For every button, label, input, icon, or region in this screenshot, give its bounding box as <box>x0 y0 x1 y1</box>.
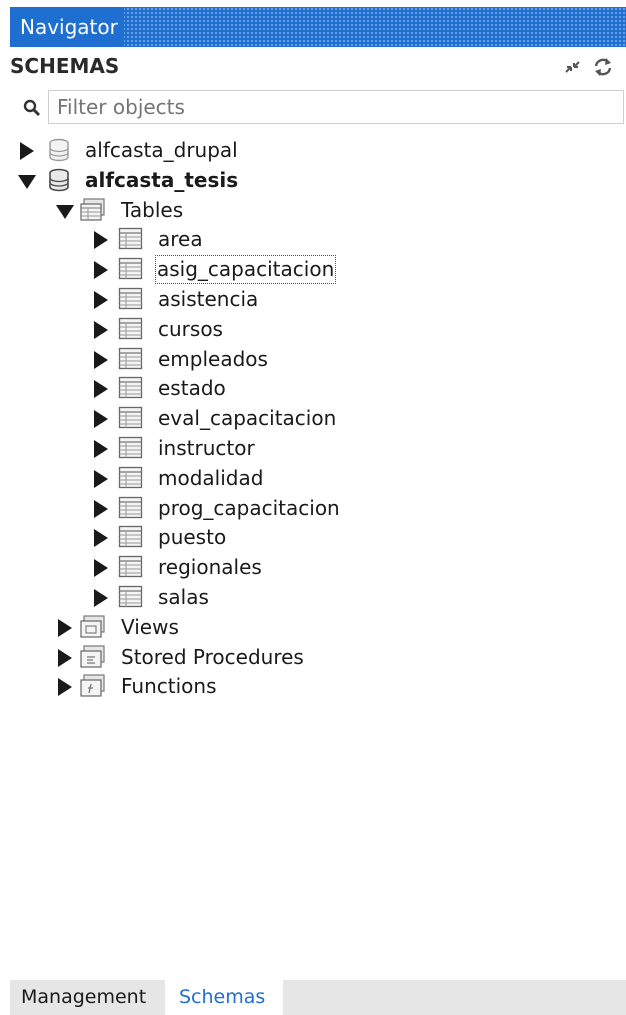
expand-arrow-icon[interactable] <box>94 320 108 339</box>
schemas-header: SCHEMAS <box>10 54 120 78</box>
collapse-arrow-icon[interactable] <box>18 174 36 189</box>
tab-management[interactable]: Management <box>10 980 157 1015</box>
table-item[interactable]: asig_capacitacion <box>0 255 626 285</box>
tables-group[interactable]: Tables <box>0 196 626 226</box>
schema-item-active[interactable]: alfcasta_tesis <box>0 166 626 196</box>
navigator-title: Navigator <box>10 7 124 47</box>
table-icon <box>118 466 144 494</box>
table-item[interactable]: regionales <box>0 553 626 583</box>
refresh-icon[interactable] <box>592 56 614 78</box>
table-icon <box>118 347 144 375</box>
table-icon <box>118 227 144 255</box>
table-item[interactable]: eval_capacitacion <box>0 404 626 434</box>
table-label: puesto <box>158 525 227 550</box>
schema-item[interactable]: alfcasta_drupal <box>0 136 626 166</box>
collapse-arrow-icon[interactable] <box>56 204 74 219</box>
table-item[interactable]: puesto <box>0 523 626 553</box>
filter-objects-input[interactable] <box>48 90 624 124</box>
expand-arrow-icon[interactable] <box>94 231 108 250</box>
expand-arrow-icon[interactable] <box>58 648 72 667</box>
folder-view-icon <box>80 615 106 643</box>
views-group-label: Views <box>121 614 179 639</box>
table-label: modalidad <box>158 465 264 490</box>
table-label: prog_capacitacion <box>158 495 340 520</box>
expand-arrow-icon[interactable] <box>58 678 72 697</box>
navigator-title-bar: Navigator <box>10 7 626 47</box>
table-icon <box>118 317 144 345</box>
stored-procedures-group[interactable]: Stored Procedures <box>0 643 626 673</box>
search-icon <box>22 98 42 118</box>
table-icon <box>118 525 144 553</box>
table-icon <box>118 555 144 583</box>
functions-group-label: Functions <box>121 674 217 699</box>
collapse-all-icon[interactable] <box>562 56 584 78</box>
expand-arrow-icon[interactable] <box>94 261 108 280</box>
expand-arrow-icon[interactable] <box>94 290 108 309</box>
table-item[interactable]: instructor <box>0 434 626 464</box>
table-item[interactable]: estado <box>0 374 626 404</box>
table-label: cursos <box>158 316 223 341</box>
table-icon <box>118 287 144 315</box>
views-group[interactable]: Views <box>0 613 626 643</box>
table-label: regionales <box>158 555 262 580</box>
table-label: empleados <box>158 346 268 371</box>
schema-label: alfcasta_drupal <box>85 138 238 162</box>
table-item[interactable]: empleados <box>0 345 626 375</box>
stored-procedures-group-label: Stored Procedures <box>121 644 304 669</box>
folder-procedure-icon <box>80 644 106 673</box>
schema-label: alfcasta_tesis <box>85 167 239 192</box>
table-icon <box>118 496 144 524</box>
table-label: eval_capacitacion <box>158 406 337 431</box>
database-icon <box>48 168 70 196</box>
expand-arrow-icon[interactable] <box>94 499 108 518</box>
table-item[interactable]: area <box>0 225 626 255</box>
functions-group[interactable]: Functions <box>0 672 626 702</box>
expand-arrow-icon[interactable] <box>94 350 108 369</box>
schema-tree: alfcasta_drupal alfcasta_tesis Tables ar… <box>0 136 626 702</box>
table-item[interactable]: cursos <box>0 315 626 345</box>
tab-schemas[interactable]: Schemas <box>165 980 284 1015</box>
expand-arrow-icon[interactable] <box>94 439 108 458</box>
expand-arrow-icon[interactable] <box>20 142 34 160</box>
folder-table-icon <box>80 197 106 226</box>
table-icon <box>118 585 144 613</box>
database-icon <box>48 138 70 166</box>
table-icon <box>118 257 144 285</box>
table-label: asistencia <box>158 286 259 311</box>
expand-arrow-icon[interactable] <box>58 618 72 637</box>
table-label: asig_capacitacion <box>155 255 337 285</box>
table-label: estado <box>158 376 226 401</box>
expand-arrow-icon[interactable] <box>94 469 108 488</box>
expand-arrow-icon[interactable] <box>94 529 108 548</box>
table-list: area asig_capacitacion asistencia cursos emp… <box>0 225 626 612</box>
table-label: salas <box>158 584 209 609</box>
table-icon <box>118 436 144 464</box>
expand-arrow-icon[interactable] <box>94 380 108 399</box>
filter-row <box>10 88 626 128</box>
table-item[interactable]: salas <box>0 583 626 613</box>
table-item[interactable]: modalidad <box>0 464 626 494</box>
expand-arrow-icon[interactable] <box>94 588 108 607</box>
table-label: instructor <box>158 435 255 460</box>
expand-arrow-icon[interactable] <box>94 559 108 578</box>
table-icon <box>118 376 144 404</box>
folder-function-icon <box>80 674 106 702</box>
expand-arrow-icon[interactable] <box>94 410 108 429</box>
tables-group-label: Tables <box>121 197 184 222</box>
table-label: area <box>158 227 203 252</box>
table-icon <box>118 406 144 434</box>
table-item[interactable]: asistencia <box>0 285 626 315</box>
table-item[interactable]: prog_capacitacion <box>0 494 626 524</box>
bottom-tab-bar: Management Schemas <box>10 980 626 1015</box>
